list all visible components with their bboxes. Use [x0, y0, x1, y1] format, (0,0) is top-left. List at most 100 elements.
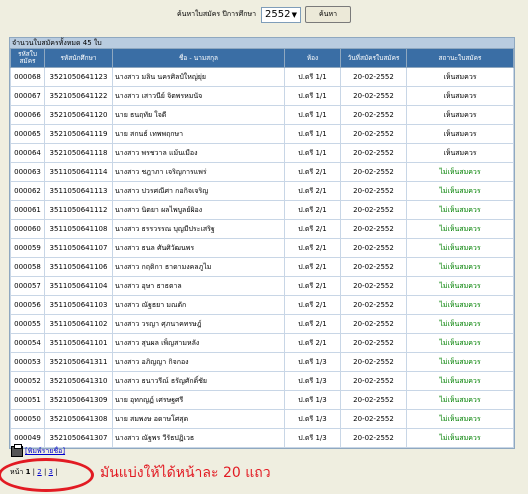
print-link[interactable]: [พิมพ์รายชื่อ] [25, 446, 65, 457]
cell-app-id: 000065 [10, 124, 45, 144]
cell-date: 20-02-2552 [340, 352, 407, 372]
cell-date: 20-02-2552 [340, 409, 407, 429]
table-row: 000050 3521050641308 นาย สมพงษ อดาษโศสุด ป.… [10, 409, 514, 429]
cell-student-id: 3511050641112 [44, 200, 113, 220]
cell-student-id: 3511050641108 [44, 219, 113, 239]
cell-date: 20-02-2552 [340, 428, 407, 448]
cell-name[interactable]: นางสาว ธนาวรีณ์ ธรัญศักดิ์ชัย [112, 371, 285, 391]
search-label: ค้นหาใบสมัคร ปีการศึกษา [176, 10, 257, 18]
cell-date: 20-02-2552 [340, 314, 407, 334]
cell-status: ไม่เห็นสมควร [406, 333, 514, 353]
cell-name[interactable]: นางสาว มลิน นครศิลป์ใหญ่ยุ่ย [112, 67, 285, 87]
cell-student-id: 3521050641308 [44, 409, 113, 429]
cell-date: 20-02-2552 [340, 390, 407, 410]
cell-student-id: 3521050641311 [44, 352, 113, 372]
cell-room: ป.ตรี 2/1 [284, 257, 341, 277]
cell-student-id: 3521050641122 [44, 86, 113, 106]
cell-student-id: 3511050641103 [44, 295, 113, 315]
cell-app-id: 000060 [10, 219, 45, 239]
cell-name[interactable]: นางสาว ธรรวรรณ บุญมีประเสริฐ [112, 219, 285, 239]
cell-room: ป.ตรี 2/1 [284, 238, 341, 258]
cell-student-id: 3511050641104 [44, 276, 113, 296]
cell-room: ป.ตรี 1/1 [284, 86, 341, 106]
header-name: ชื่อ - นามสกุล [112, 48, 285, 68]
cell-date: 20-02-2552 [340, 219, 407, 239]
cell-date: 20-02-2552 [340, 371, 407, 391]
cell-name[interactable]: นางสาว นิตยา ผลไพบูลย์ผิอง [112, 200, 285, 220]
printer-icon[interactable] [11, 444, 23, 457]
cell-status: ไม่เห็นสมควร [406, 162, 514, 182]
cell-status: ไม่เห็นสมควร [406, 200, 514, 220]
table-row: 000058 3511050641106 นางสาว กฤติกา ธาดามงค… [10, 257, 514, 277]
cell-app-id: 000056 [10, 295, 45, 315]
cell-name[interactable]: นาย ธนฤทัย ใจดี [112, 105, 285, 125]
cell-app-id: 000057 [10, 276, 45, 296]
cell-student-id: 3511050641114 [44, 162, 113, 182]
table-row: 000064 3521050641118 นางสาว พรชวาล แม้นเมื… [10, 143, 514, 163]
table-row: 000061 3511050641112 นางสาว นิตยา ผลไพบูลย… [10, 200, 514, 220]
cell-date: 20-02-2552 [340, 162, 407, 182]
header-student-id: รหัสนักศึกษา [44, 48, 113, 68]
print-area: [พิมพ์รายชื่อ] [11, 444, 65, 457]
cell-app-id: 000068 [10, 67, 45, 87]
cell-student-id: 3521050641119 [44, 124, 113, 144]
cell-status: ไม่เห็นสมควร [406, 409, 514, 429]
cell-app-id: 000054 [10, 333, 45, 353]
cell-name[interactable]: นางสาว สุนผล เพ็ญสามหลัง [112, 333, 285, 353]
cell-date: 20-02-2552 [340, 333, 407, 353]
table-row: 000068 3521050641123 นางสาว มลิน นครศิลป์ใ… [10, 67, 514, 87]
cell-app-id: 000061 [10, 200, 45, 220]
cell-date: 20-02-2552 [340, 257, 407, 277]
cell-name[interactable]: นาย สมพงษ อดาษโศสุด [112, 409, 285, 429]
cell-date: 20-02-2552 [340, 181, 407, 201]
cell-student-id: 3511050641102 [44, 314, 113, 334]
cell-room: ป.ตรี 2/1 [284, 162, 341, 182]
cell-name[interactable]: นางสาว พรชวาล แม้นเมือง [112, 143, 285, 163]
table-row: 000066 3521050641120 นาย ธนฤทัย ใจดี ป.ตรี … [10, 105, 514, 125]
cell-student-id: 3521050641120 [44, 105, 113, 125]
cell-app-id: 000063 [10, 162, 45, 182]
cell-room: ป.ตรี 2/1 [284, 200, 341, 220]
cell-name[interactable]: นางสาว ณัฐธยา มณตัก [112, 295, 285, 315]
cell-date: 20-02-2552 [340, 295, 407, 315]
cell-name[interactable]: นางสาว อุษา ธาธตาล [112, 276, 285, 296]
cell-student-id: 3511050641106 [44, 257, 113, 277]
table-row: 000057 3511050641104 นางสาว อุษา ธาธตาล ป.ต… [10, 276, 514, 296]
table-caption: จำนวนใบสมัครทั้งหมด 45 ใบ [10, 38, 514, 48]
cell-name[interactable]: นาย สกนธ์ เทพพฤกษา [112, 124, 285, 144]
cell-name[interactable]: นางสาว ณัฐพร วีรัธปฏิเวธ [112, 428, 285, 448]
header-date: วันที่สมัครใบสมัคร [340, 48, 407, 68]
cell-room: ป.ตรี 1/3 [284, 390, 341, 410]
cell-name[interactable]: นางสาว อภิญญา กิจกอง [112, 352, 285, 372]
search-button[interactable]: ค้นหา [305, 6, 352, 23]
cell-date: 20-02-2552 [340, 200, 407, 220]
cell-app-id: 000051 [10, 390, 45, 410]
cell-student-id: 3521050641309 [44, 390, 113, 410]
cell-room: ป.ตรี 1/1 [284, 67, 341, 87]
cell-app-id: 000058 [10, 257, 45, 277]
cell-room: ป.ตรี 1/3 [284, 371, 341, 391]
cell-name[interactable]: นางสาว ชฎาภา เจริญการแพร่ [112, 162, 285, 182]
cell-name[interactable]: นางสาว กฤติกา ธาดามงคลภูไม [112, 257, 285, 277]
cell-status: ไม่เห็นสมควร [406, 371, 514, 391]
cell-app-id: 000067 [10, 86, 45, 106]
cell-name[interactable]: นางสาว ปวรศณีศา กอกิจเจริญ [112, 181, 285, 201]
cell-name[interactable]: นางสาว วรญา ศุภนาคทรษฎ์ [112, 314, 285, 334]
cell-app-id: 000062 [10, 181, 45, 201]
year-select[interactable]: 2552 ▼ [261, 6, 302, 23]
cell-app-id: 000052 [10, 371, 45, 391]
applications-table: จำนวนใบสมัครทั้งหมด 45 ใบ รหัสใบสมัคร รห… [9, 37, 515, 449]
cell-name[interactable]: นาย อุทกญฏ์ เศรษฐศรี [112, 390, 285, 410]
table-row: 000051 3521050641309 นาย อุทกญฏ์ เศรษฐศรีป… [10, 390, 514, 410]
cell-room: ป.ตรี 2/1 [284, 314, 341, 334]
cell-name[interactable]: นางสาว เสาวนีย์ จิตพรหมนัจ [112, 86, 285, 106]
cell-room: ป.ตรี 1/3 [284, 428, 341, 448]
cell-status: ไม่เห็นสมควร [406, 276, 514, 296]
cell-room: ป.ตรี 1/1 [284, 124, 341, 144]
cell-room: ป.ตรี 1/3 [284, 352, 341, 372]
table-row: 000055 3511050641102 นางสาว วรญา ศุภนาคทรษ… [10, 314, 514, 334]
cell-student-id: 3511050641107 [44, 238, 113, 258]
cell-name[interactable]: นางสาว ธนล ศันศิวัฒนพร [112, 238, 285, 258]
cell-status: ไม่เห็นสมควร [406, 428, 514, 448]
cell-student-id: 3521050641123 [44, 67, 113, 87]
